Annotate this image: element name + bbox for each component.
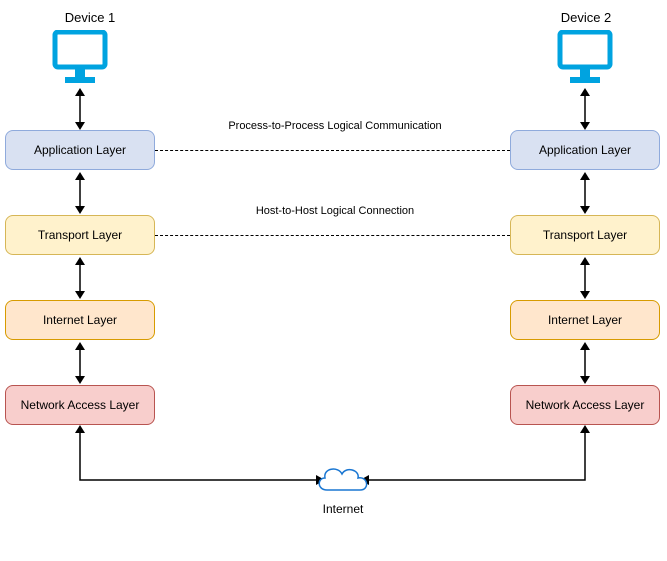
cloud-icon bbox=[312, 460, 372, 500]
double-arrow-vertical bbox=[577, 88, 593, 130]
connection-d2-to-cloud bbox=[360, 425, 595, 500]
double-arrow-vertical bbox=[72, 342, 88, 384]
layer-label: Network Access Layer bbox=[21, 398, 140, 412]
layer-label: Application Layer bbox=[539, 143, 631, 157]
double-arrow-vertical bbox=[72, 172, 88, 214]
device2-label: Device 2 bbox=[556, 10, 616, 25]
device1-label: Device 1 bbox=[60, 10, 120, 25]
double-arrow-vertical bbox=[72, 257, 88, 299]
double-arrow-vertical bbox=[72, 88, 88, 130]
layer-label: Internet Layer bbox=[548, 313, 622, 327]
layer-network-d1: Network Access Layer bbox=[5, 385, 155, 425]
layer-label: Network Access Layer bbox=[526, 398, 645, 412]
layer-internet-d2: Internet Layer bbox=[510, 300, 660, 340]
connection-d1-to-cloud bbox=[70, 425, 325, 500]
double-arrow-vertical bbox=[577, 342, 593, 384]
dashed-connection-transport bbox=[155, 235, 510, 236]
layer-label: Internet Layer bbox=[43, 313, 117, 327]
double-arrow-vertical bbox=[577, 257, 593, 299]
layer-transport-d2: Transport Layer bbox=[510, 215, 660, 255]
double-arrow-vertical bbox=[577, 172, 593, 214]
layer-internet-d1: Internet Layer bbox=[5, 300, 155, 340]
monitor-icon bbox=[555, 30, 615, 85]
layer-label: Transport Layer bbox=[543, 228, 627, 242]
communication-label-app: Process-to-Process Logical Communication bbox=[205, 120, 465, 132]
layer-application-d1: Application Layer bbox=[5, 130, 155, 170]
communication-label-transport: Host-to-Host Logical Connection bbox=[235, 205, 435, 217]
monitor-icon bbox=[50, 30, 110, 85]
internet-label: Internet bbox=[318, 502, 368, 516]
layer-label: Application Layer bbox=[34, 143, 126, 157]
layer-label: Transport Layer bbox=[38, 228, 122, 242]
layer-network-d2: Network Access Layer bbox=[510, 385, 660, 425]
dashed-connection-app bbox=[155, 150, 510, 151]
layer-application-d2: Application Layer bbox=[510, 130, 660, 170]
layer-transport-d1: Transport Layer bbox=[5, 215, 155, 255]
